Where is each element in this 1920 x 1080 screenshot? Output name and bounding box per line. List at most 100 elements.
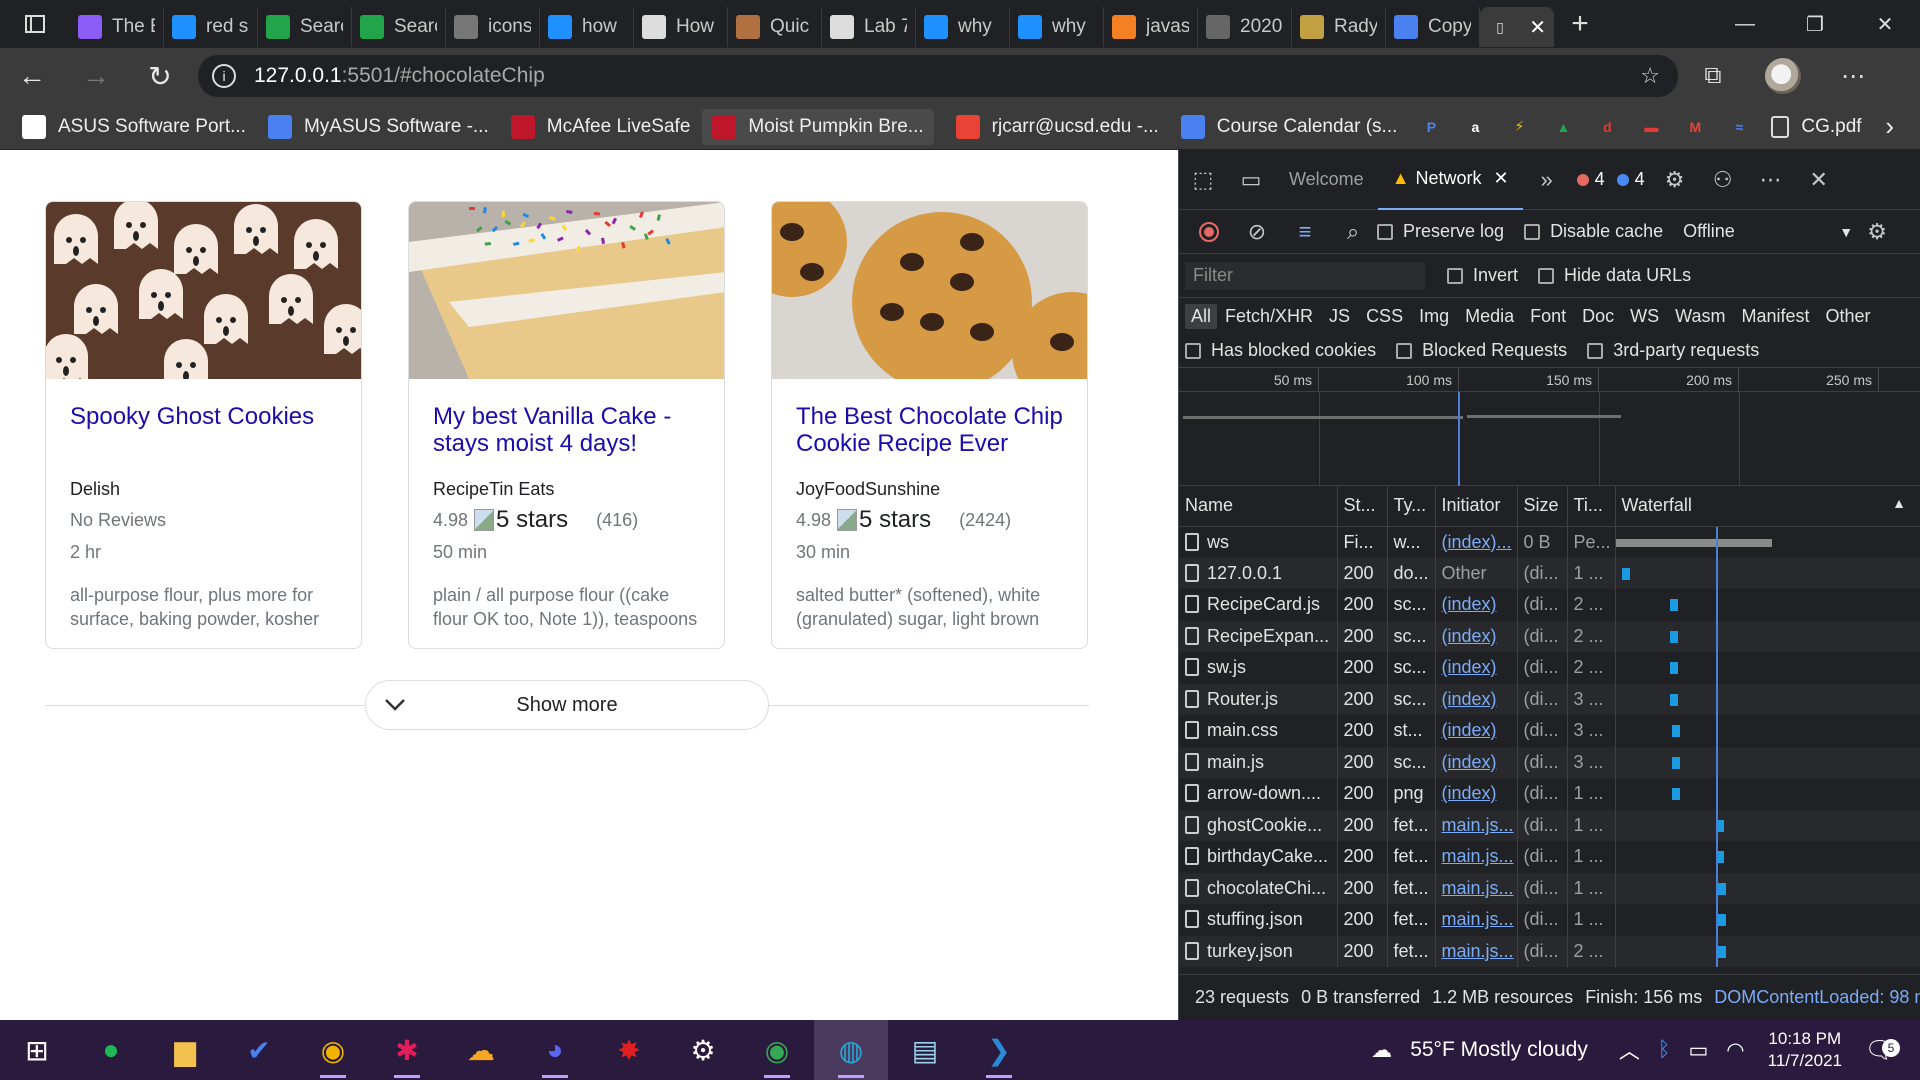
table-row[interactable]: sw.js 200 sc... (index) (di... 2 ...	[1179, 652, 1920, 684]
type-filter-wasm[interactable]: Wasm	[1667, 306, 1733, 327]
tab-5[interactable]: how	[540, 7, 634, 47]
notification-center-button[interactable]: 🗨 5	[1860, 1036, 1900, 1065]
filter-input[interactable]: Filter	[1185, 261, 1425, 290]
column-header[interactable]: Ti...	[1567, 486, 1616, 527]
new-tab-button[interactable]: +	[1554, 7, 1606, 41]
bookmark-4[interactable]: rjcarr@ucsd.edu -...	[955, 114, 1159, 139]
column-header[interactable]: St...	[1337, 486, 1388, 527]
discord-taskbar-button[interactable]: ◕	[518, 1020, 592, 1080]
close-tab-icon[interactable]: ✕	[1494, 168, 1509, 189]
chrome-taskbar-button[interactable]: ◉	[296, 1020, 370, 1080]
windows-start-taskbar-button[interactable]: ⊞	[0, 1020, 74, 1080]
tab-4[interactable]: icons	[446, 7, 540, 47]
tab-network[interactable]: ▲ Network ✕	[1377, 150, 1523, 210]
bookmark-2[interactable]: McAfee LiveSafe	[510, 114, 690, 139]
messages-badge[interactable]: 4	[1616, 169, 1645, 190]
mendeley-taskbar-button[interactable]: ✸	[592, 1020, 666, 1080]
system-clock[interactable]: 10:18 PM 11/7/2021	[1768, 1028, 1842, 1072]
show-more-button[interactable]: Show more	[365, 680, 769, 730]
type-filter-fetchxhr[interactable]: Fetch/XHR	[1217, 306, 1321, 327]
profile-button[interactable]	[1748, 58, 1818, 94]
type-filter-all[interactable]: All	[1185, 303, 1218, 329]
type-filter-other[interactable]: Other	[1818, 306, 1879, 327]
request-initiator[interactable]: (index)	[1442, 594, 1497, 614]
recipe-card[interactable]: The Best Chocolate Chip Cookie Recipe Ev…	[771, 201, 1088, 649]
close-devtools-icon[interactable]: ✕	[1795, 167, 1843, 193]
recipe-title[interactable]: Spooky Ghost Cookies	[70, 403, 337, 459]
tab-1[interactable]: red s	[164, 7, 258, 47]
preserve-log-checkbox[interactable]: Preserve log	[1377, 221, 1504, 242]
recipe-card[interactable]: Spooky Ghost Cookies Delish No Reviews 2 hr…	[45, 201, 362, 649]
type-filter-manifest[interactable]: Manifest	[1734, 306, 1818, 327]
tab-active[interactable]: ▯ I ✕	[1480, 7, 1554, 47]
record-icon[interactable]	[1185, 221, 1233, 243]
bookmark-5[interactable]: Course Calendar (s...	[1180, 114, 1397, 139]
type-filter-doc[interactable]: Doc	[1574, 306, 1622, 327]
request-initiator[interactable]: (index)	[1442, 783, 1497, 803]
tab-14[interactable]: Copy	[1386, 7, 1480, 47]
weather-icon[interactable]: ☁	[1371, 1038, 1392, 1063]
blocked-filter-checkbox[interactable]: Has blocked cookies	[1185, 340, 1376, 361]
amazon-icon[interactable]: a	[1463, 115, 1487, 139]
restore-button[interactable]: ❐	[1780, 0, 1850, 48]
type-filter-css[interactable]: CSS	[1358, 306, 1411, 327]
table-row[interactable]: stuffing.json 200 fet... main.js... (di... 1 …	[1179, 904, 1920, 936]
table-row[interactable]: main.css 200 st... (index) (di... 3 ...	[1179, 715, 1920, 747]
file-explorer-taskbar-button[interactable]: ▆	[148, 1020, 222, 1080]
request-initiator[interactable]: (index)	[1442, 689, 1497, 709]
tab-welcome[interactable]: Welcome	[1275, 150, 1378, 210]
tab-7[interactable]: Quic	[728, 7, 822, 47]
notepad-taskbar-button[interactable]: ▤	[888, 1020, 962, 1080]
tab-2[interactable]: Searc	[258, 7, 352, 47]
table-row[interactable]: RecipeExpan... 200 sc... (index) (di... 2 ...	[1179, 620, 1920, 652]
request-initiator[interactable]: main.js...	[1442, 846, 1514, 866]
table-row[interactable]: turkey.json 200 fet... main.js... (di... 2 ..…	[1179, 935, 1920, 967]
forward-button[interactable]: →	[64, 48, 128, 104]
tab-13[interactable]: Rady	[1292, 7, 1386, 47]
more-options-icon[interactable]: ⋯	[1747, 167, 1795, 193]
filter-icon[interactable]: ≡	[1281, 219, 1329, 245]
address-bar[interactable]: i 127.0.0.1:5501/#chocolateChip ☆	[198, 55, 1678, 97]
request-initiator[interactable]: (index)	[1442, 626, 1497, 646]
blocked-filter-checkbox[interactable]: Blocked Requests	[1396, 340, 1567, 361]
tab-close-icon[interactable]: ✕	[1529, 15, 1546, 40]
p-icon[interactable]: P	[1419, 115, 1443, 139]
table-row[interactable]: Router.js 200 sc... (index) (di... 3 ...	[1179, 683, 1920, 715]
bookmark-1[interactable]: MyASUS Software -...	[267, 114, 489, 139]
settings-taskbar-button[interactable]: ⚙	[666, 1020, 740, 1080]
table-row[interactable]: main.js 200 sc... (index) (di... 3 ...	[1179, 746, 1920, 778]
folder-red-icon[interactable]: ▬	[1639, 115, 1663, 139]
more-bookmarks-chevron-icon[interactable]: ›	[1885, 111, 1894, 142]
tab-8[interactable]: Lab 7	[822, 7, 916, 47]
disable-cache-checkbox[interactable]: Disable cache	[1524, 221, 1663, 242]
column-header[interactable]: Name	[1179, 486, 1338, 527]
gear-icon[interactable]: ⚙	[1651, 167, 1699, 193]
settings-menu-icon[interactable]: ⋯	[1818, 62, 1888, 91]
column-header[interactable]: Waterfall ▲	[1615, 486, 1920, 527]
table-row[interactable]: birthdayCake... 200 fet... main.js... (di...…	[1179, 841, 1920, 873]
type-filter-img[interactable]: Img	[1411, 306, 1457, 327]
type-filter-ws[interactable]: WS	[1622, 306, 1667, 327]
request-initiator[interactable]: main.js...	[1442, 815, 1514, 835]
d-icon[interactable]: d	[1595, 115, 1619, 139]
weather-app-taskbar-button[interactable]: ☁	[444, 1020, 518, 1080]
bookmark-cg-pdf[interactable]: CG.pdf	[1771, 115, 1862, 138]
edge-taskbar-button[interactable]: ◍	[814, 1020, 888, 1080]
request-initiator[interactable]: main.js...	[1442, 941, 1514, 961]
gmail-icon[interactable]: M	[1683, 115, 1707, 139]
tab-3[interactable]: Searc	[352, 7, 446, 47]
errors-badge[interactable]: 4	[1576, 169, 1605, 190]
drive-icon[interactable]: ▲	[1551, 115, 1575, 139]
bluetooth-icon[interactable]: ᛒ	[1658, 1038, 1671, 1062]
table-row[interactable]: RecipeCard.js 200 sc... (index) (di... 2 ...	[1179, 589, 1920, 621]
throttle-select[interactable]: Offline ▼	[1683, 221, 1853, 242]
column-header[interactable]: Ty...	[1387, 486, 1436, 527]
tab-12[interactable]: 2020	[1198, 7, 1292, 47]
site-info-icon[interactable]: i	[212, 64, 236, 88]
tab-actions-button[interactable]	[0, 0, 70, 48]
device-emulation-icon[interactable]: ▭	[1227, 167, 1275, 193]
request-initiator[interactable]: main.js...	[1442, 878, 1514, 898]
spotify-taskbar-button[interactable]: ●	[74, 1020, 148, 1080]
request-initiator[interactable]: (index)	[1442, 752, 1497, 772]
search-icon[interactable]: ⌕	[1329, 219, 1377, 245]
